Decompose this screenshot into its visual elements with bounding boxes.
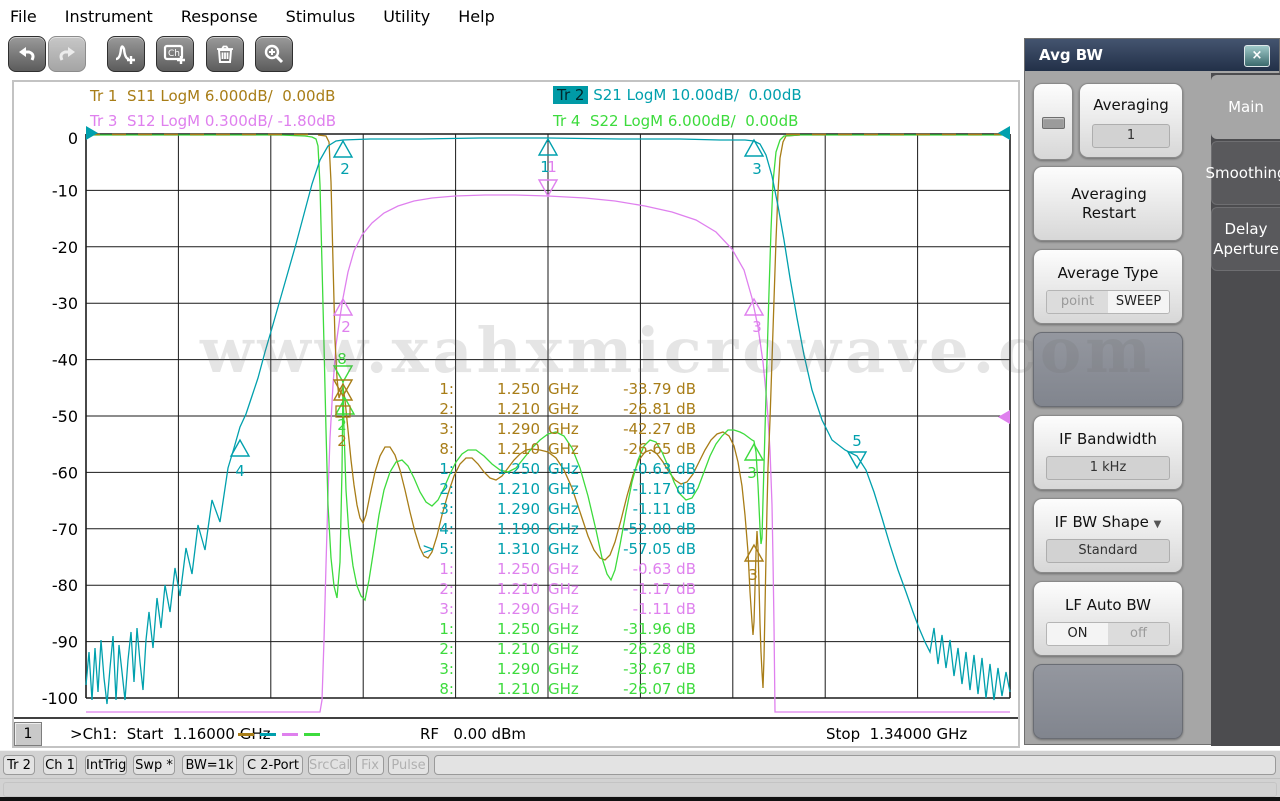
averaging-toggle-button[interactable] <box>1033 83 1073 160</box>
legend-dash-olive <box>238 733 254 736</box>
status-ch-1[interactable]: Ch 1 <box>43 755 77 775</box>
rf-power-label: RF 0.00 dBm <box>420 725 526 743</box>
status-empty-segment <box>434 755 1276 775</box>
status-bw-1k[interactable]: BW=1k <box>182 755 237 775</box>
if-bandwidth-value[interactable]: 1 kHz <box>1046 456 1170 480</box>
chevron-down-icon: ▼ <box>1153 519 1162 530</box>
trace1-label[interactable]: Tr 1 S11 LogM 6.000dB/ 0.00dB <box>90 87 335 105</box>
trace4-label[interactable]: Tr 4 S22 LogM 6.000dB/ 0.00dB <box>553 112 798 130</box>
status-swp-[interactable]: Swp * <box>133 755 175 775</box>
bottom-edge <box>0 797 1280 801</box>
add-trace-button[interactable] <box>107 36 145 72</box>
stop-freq-label: Stop 1.34000 GHz <box>826 725 968 743</box>
redo-icon <box>56 44 78 64</box>
menu-item-instrument[interactable]: Instrument <box>65 7 153 26</box>
averaging-restart-button[interactable]: Averaging Restart <box>1033 166 1183 241</box>
average-type-toggle[interactable]: point SWEEP <box>1046 290 1170 314</box>
if-bandwidth-button[interactable]: IF Bandwidth 1 kHz <box>1033 415 1183 490</box>
svg-text:Ch: Ch <box>168 49 180 59</box>
status-srccal[interactable]: SrcCal <box>308 755 351 775</box>
legend-dash-violet <box>282 733 298 736</box>
trace2-label[interactable]: Tr 2 S21 LogM 10.00dB/ 0.00dB <box>553 86 802 104</box>
add-trace-icon <box>114 43 138 65</box>
bottom-bar <box>0 778 1280 798</box>
lf-auto-bw-toggle[interactable]: ON off <box>1046 622 1170 646</box>
menu-bar: File Instrument Response Stimulus Utility Hel… <box>0 0 1280 32</box>
status-c-2-port[interactable]: C 2-Port <box>243 755 303 775</box>
undo-icon <box>16 44 38 64</box>
if-bw-shape-value[interactable]: Standard <box>1046 539 1170 563</box>
tab-main[interactable]: Main <box>1211 75 1280 139</box>
menu-item-response[interactable]: Response <box>181 7 258 26</box>
status-pulse[interactable]: Pulse <box>388 755 429 775</box>
panel-tabs: Main Smoothing Delay Aperture <box>1205 73 1280 746</box>
menu-item-stimulus[interactable]: Stimulus <box>286 7 356 26</box>
lf-auto-bw-on[interactable]: ON <box>1047 623 1108 645</box>
panel-title: Avg BW <box>1039 46 1103 64</box>
avg-bw-panel: Avg BW × Averaging 1 Averaging Restart A… <box>1024 38 1280 746</box>
delete-icon <box>215 44 235 64</box>
menu-item-help[interactable]: Help <box>458 7 494 26</box>
status-inttrig[interactable]: IntTrig <box>85 755 127 775</box>
average-type-button[interactable]: Average Type point SWEEP <box>1033 249 1183 324</box>
average-type-sweep[interactable]: SWEEP <box>1108 291 1169 313</box>
lf-auto-bw-button[interactable]: LF Auto BW ON off <box>1033 581 1183 656</box>
lf-auto-bw-off[interactable]: off <box>1108 623 1169 645</box>
averaging-value[interactable]: 1 <box>1092 124 1170 148</box>
zoom-button[interactable] <box>255 36 293 72</box>
tab-delay-aperture[interactable]: Delay Aperture <box>1211 207 1280 271</box>
menu-item-file[interactable]: File <box>10 7 37 26</box>
menu-item-utility[interactable]: Utility <box>383 7 430 26</box>
trace3-label[interactable]: Tr 3 S12 LogM 0.300dB/ -1.80dB <box>90 112 336 130</box>
undo-button[interactable] <box>8 36 46 72</box>
status-fix[interactable]: Fix <box>356 755 384 775</box>
empty-button-2 <box>1033 664 1183 739</box>
average-type-point[interactable]: point <box>1047 291 1108 313</box>
redo-button[interactable] <box>48 36 86 72</box>
averaging-button[interactable]: Averaging 1 <box>1079 83 1183 158</box>
empty-button-1 <box>1033 332 1183 407</box>
zoom-icon <box>263 43 285 65</box>
panel-title-bar[interactable]: Avg BW × <box>1025 39 1279 71</box>
if-bw-shape-button[interactable]: IF BW Shape ▼ Standard <box>1033 498 1183 573</box>
delete-button[interactable] <box>206 36 244 72</box>
toggle-indicator-icon <box>1042 117 1065 129</box>
tab-smoothing[interactable]: Smoothing <box>1205 141 1280 205</box>
close-icon[interactable]: × <box>1244 45 1270 67</box>
channel-number-button[interactable]: 1 <box>14 722 42 746</box>
add-channel-button[interactable]: Ch <box>156 36 194 72</box>
status-tr-2[interactable]: Tr 2 <box>3 755 35 775</box>
add-channel-icon: Ch <box>163 43 187 65</box>
legend-dash-green <box>304 733 320 736</box>
status-bar: Tr 2 Ch 1 IntTrig Swp * BW=1k C 2-Port SrcCal F… <box>0 750 1280 779</box>
vna-application: { "menu": {"items": ["File", "Instrument… <box>0 0 1280 801</box>
legend-dash-teal <box>260 733 276 736</box>
